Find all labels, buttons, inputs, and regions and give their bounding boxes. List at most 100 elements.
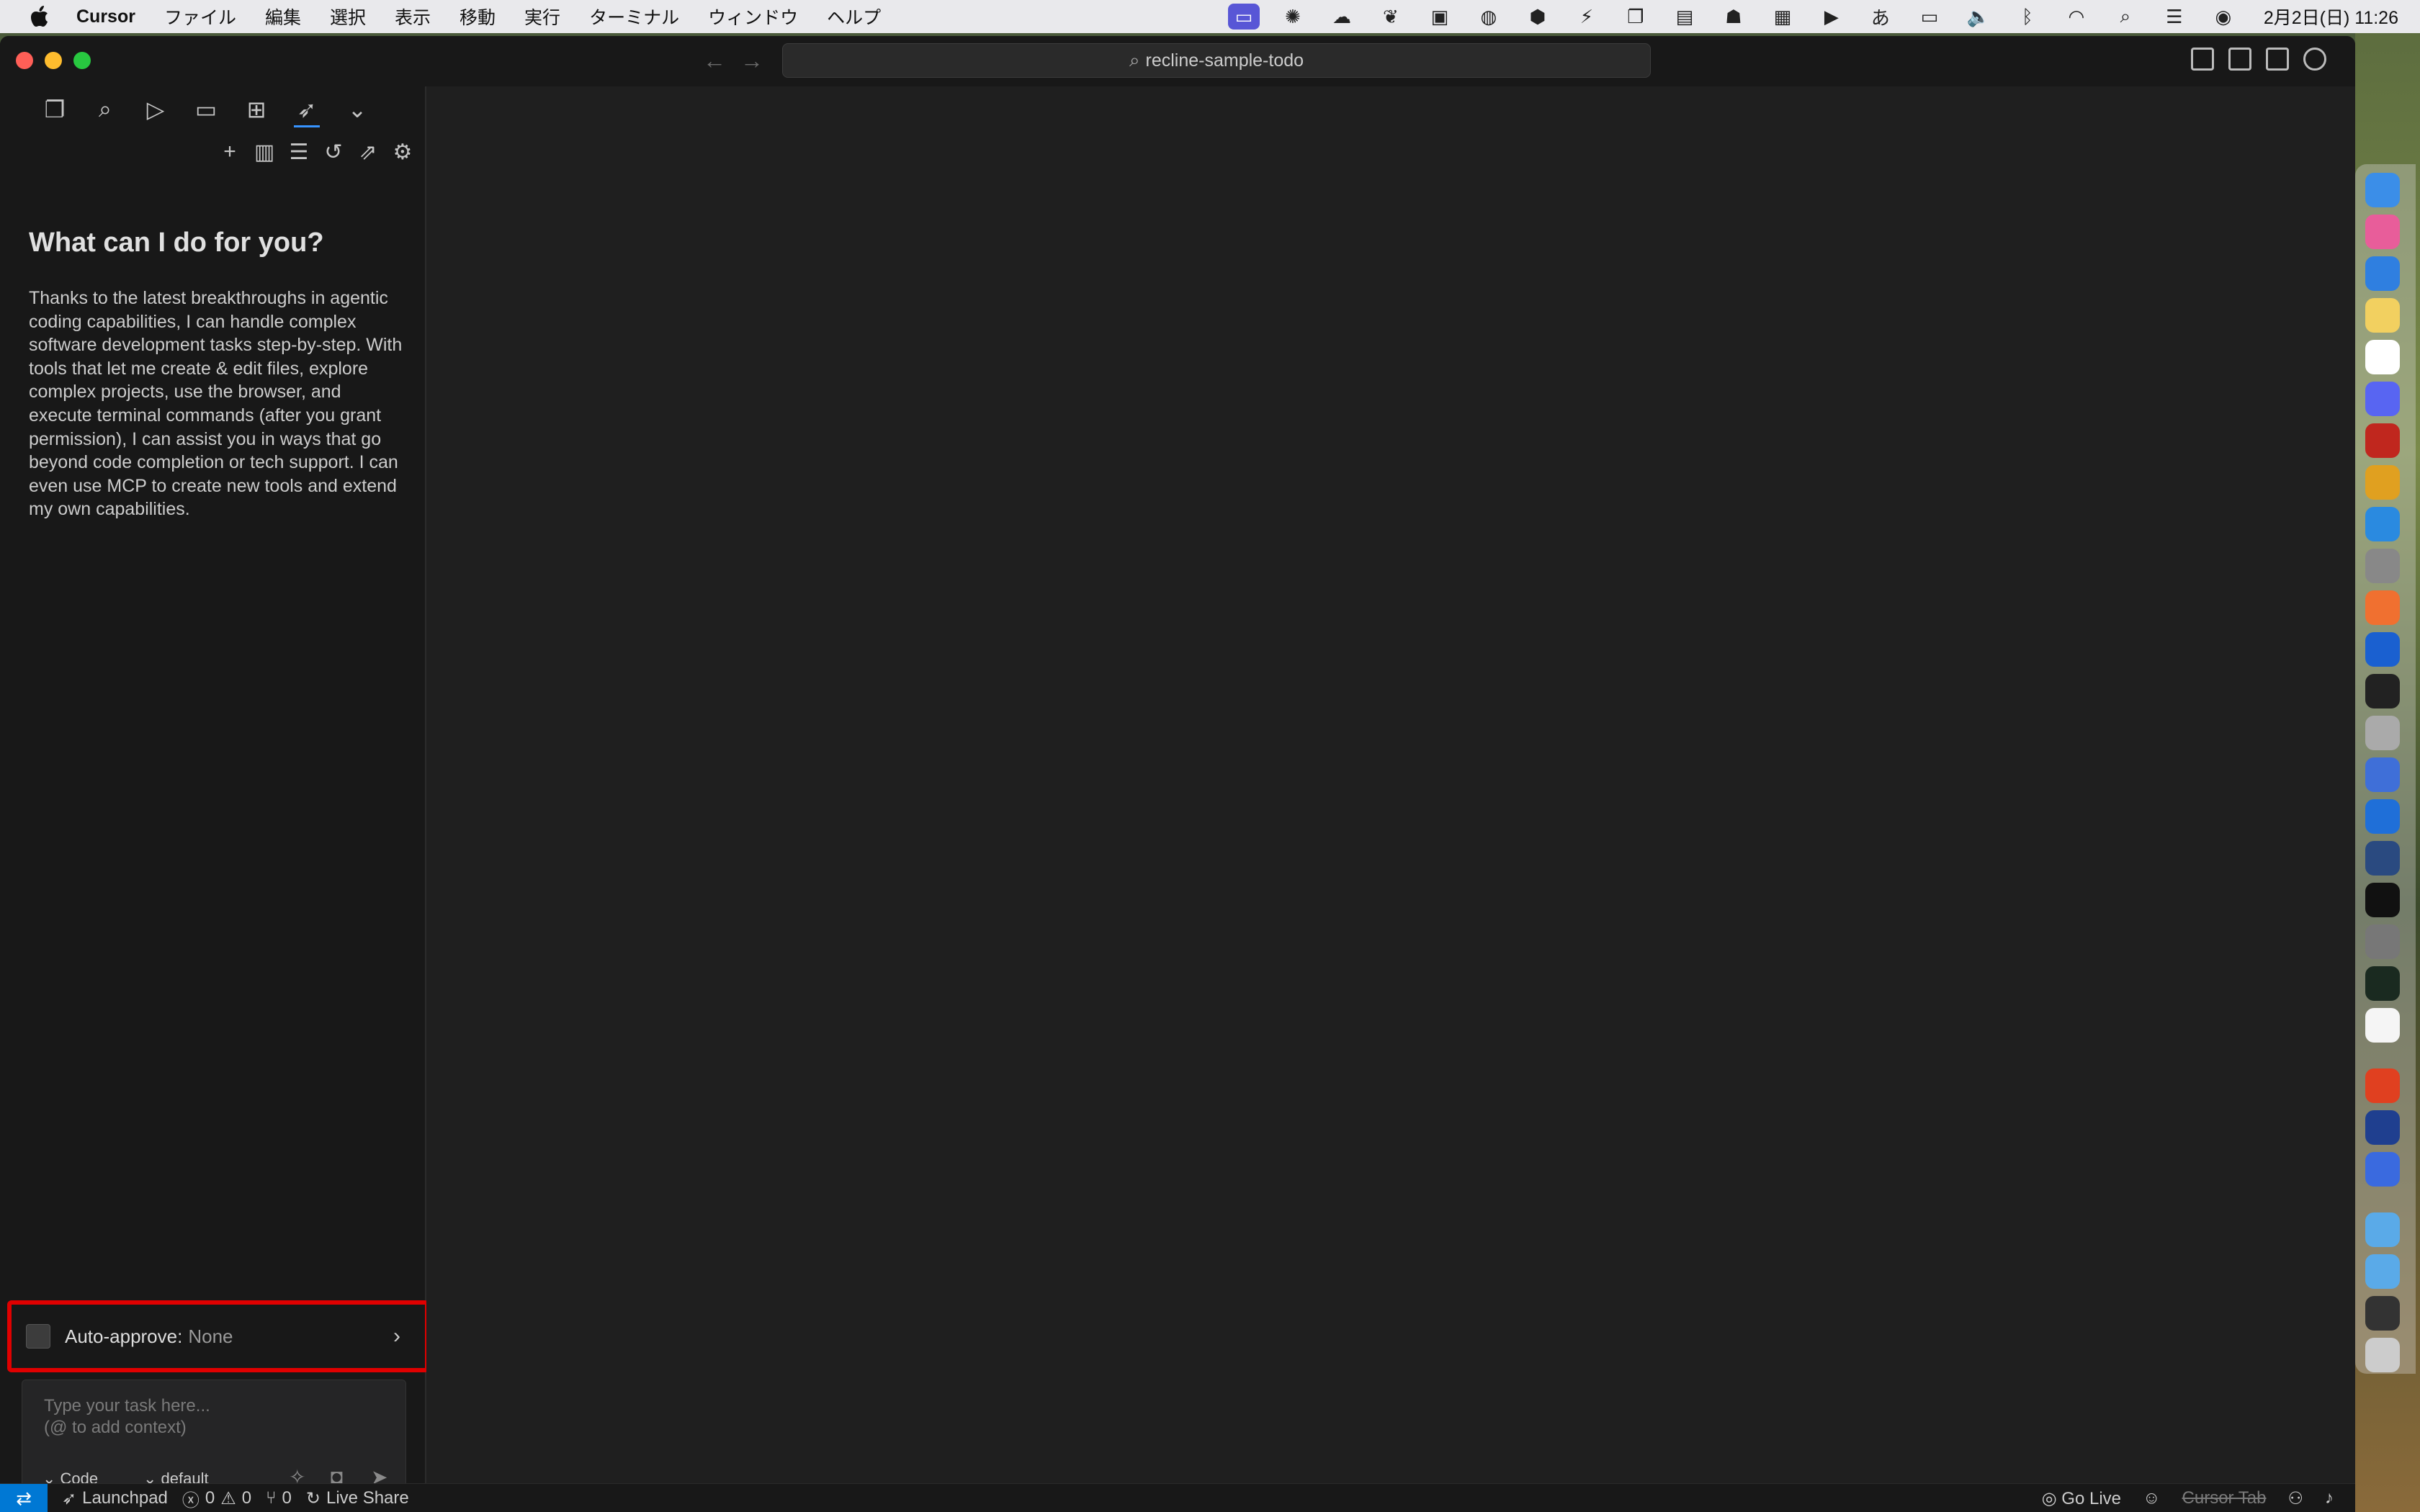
bell-icon[interactable]: ♪ xyxy=(2325,1488,2334,1508)
folder-icon[interactable]: ▭ xyxy=(193,96,219,122)
plus-icon[interactable]: + xyxy=(218,140,242,164)
list-icon[interactable]: ☰ xyxy=(287,140,311,164)
elephant-app-icon[interactable] xyxy=(2365,549,2400,583)
grid-icon[interactable]: ◍ xyxy=(1473,4,1505,30)
windows-icon[interactable]: ❐ xyxy=(1620,4,1652,30)
bolt-icon[interactable]: ⚡ xyxy=(1571,4,1603,30)
forward-arrow-icon[interactable]: → xyxy=(740,48,763,74)
menu-view[interactable]: 表示 xyxy=(395,4,431,30)
applications-folder-icon[interactable] xyxy=(2365,1254,2400,1289)
notes-icon[interactable] xyxy=(2365,298,2400,333)
siri-icon[interactable]: ◉ xyxy=(2208,4,2239,30)
gear-icon[interactable]: ⚙ xyxy=(390,140,415,164)
location-app-icon[interactable] xyxy=(2365,632,2400,667)
cube-icon[interactable]: ⬢ xyxy=(1522,4,1554,30)
mac-menu-bar: Cursor ファイル 編集 選択 表示 移動 実行 ターミナル ウィンドウ ヘ… xyxy=(0,0,2420,33)
sketch-icon[interactable] xyxy=(2365,590,2400,625)
wifi-icon[interactable]: ◠ xyxy=(2061,4,2092,30)
live-share-status[interactable]: ↻ Live Share xyxy=(306,1488,409,1509)
finder-icon[interactable] xyxy=(2365,173,2400,207)
menu-help[interactable]: ヘルプ xyxy=(827,4,881,30)
menu-edit[interactable]: 編集 xyxy=(265,4,301,30)
filezilla-icon[interactable] xyxy=(2365,423,2400,458)
image-tool-icon[interactable]: ▣ xyxy=(1424,4,1456,30)
menu-go[interactable]: 移動 xyxy=(460,4,496,30)
mcp-server-icon[interactable]: ▥ xyxy=(252,140,277,164)
clipboard-icon[interactable]: ▤ xyxy=(1669,4,1700,30)
input-method-icon[interactable]: あ xyxy=(1865,4,1896,30)
system-settings-icon[interactable] xyxy=(2365,924,2400,959)
openai-icon[interactable]: ✺ xyxy=(1277,4,1309,30)
trash-icon[interactable] xyxy=(2365,1338,2400,1372)
bluetooth-icon[interactable]: ᛒ xyxy=(2012,4,2043,30)
discord-icon[interactable] xyxy=(2365,382,2400,416)
screenshot-stack-icon[interactable] xyxy=(2365,1296,2400,1331)
database-icon[interactable] xyxy=(2365,716,2400,750)
close-window-button[interactable] xyxy=(16,52,33,69)
leaf-icon[interactable]: ❦ xyxy=(1375,4,1407,30)
broadcast-icon: ◎ xyxy=(2041,1488,2057,1508)
rocket-icon[interactable]: ➶ xyxy=(294,96,320,127)
control-center-icon[interactable]: ☰ xyxy=(2159,4,2190,30)
search-icon[interactable]: ⌕ xyxy=(2110,4,2141,30)
chatgpt-icon[interactable] xyxy=(2365,1008,2400,1043)
menu-file[interactable]: ファイル xyxy=(164,4,236,30)
menu-window[interactable]: ウィンドウ xyxy=(708,4,798,30)
editor-area[interactable] xyxy=(426,86,2355,1483)
terminal-icon[interactable] xyxy=(2365,883,2400,917)
copilot-icon[interactable]: ☺ xyxy=(2143,1488,2161,1508)
remote-indicator-icon[interactable]: ⇄ xyxy=(0,1484,48,1512)
activity-monitor-icon[interactable] xyxy=(2365,966,2400,1001)
menu-selection[interactable]: 選択 xyxy=(330,4,366,30)
text-tool-icon[interactable]: ▦ xyxy=(1767,4,1798,30)
battery-icon[interactable]: ▭ xyxy=(1914,4,1945,30)
simulator-icon[interactable] xyxy=(2365,841,2400,876)
extensions-icon[interactable]: ⊞ xyxy=(243,96,269,122)
bolt-app-icon[interactable] xyxy=(2365,1152,2400,1187)
cursor-app-icon[interactable] xyxy=(2365,1110,2400,1145)
notion-icon[interactable] xyxy=(2365,340,2400,374)
problems-status[interactable]: ⓧ 0 ⚠ 0 xyxy=(182,1486,251,1511)
cursor-tab-status[interactable]: Cursor Tab xyxy=(2182,1488,2267,1508)
explorer-icon[interactable]: ❐ xyxy=(42,96,68,122)
app-store-icon[interactable] xyxy=(2365,256,2400,291)
chevron-right-icon[interactable]: › xyxy=(393,1324,400,1349)
box-app-icon[interactable] xyxy=(2365,674,2400,708)
vscode-icon[interactable] xyxy=(2365,507,2400,541)
auto-approve-toggle[interactable]: Auto-approve: None › xyxy=(7,1300,429,1372)
toggle-primary-sidebar-icon[interactable] xyxy=(2191,48,2214,71)
chrome-icon[interactable] xyxy=(2365,465,2400,500)
zoom-window-button[interactable] xyxy=(73,52,91,69)
command-center[interactable]: ⌕ recline-sample-todo xyxy=(782,43,1651,78)
auto-approve-checkbox[interactable] xyxy=(26,1324,50,1349)
bot-icon[interactable]: ⚇ xyxy=(2287,1488,2303,1509)
menu-terminal[interactable]: ターミナル xyxy=(589,4,679,30)
minimize-window-button[interactable] xyxy=(45,52,62,69)
search-icon[interactable]: ⌕ xyxy=(92,96,118,122)
brave-icon[interactable] xyxy=(2365,1068,2400,1103)
menu-bar-clock[interactable]: 2月2日(日) 11:26 xyxy=(2264,4,2398,30)
hat-icon[interactable]: ☗ xyxy=(1718,4,1749,30)
go-live-button[interactable]: ◎ Go Live xyxy=(2042,1488,2121,1509)
chevron-down-icon[interactable]: ⌄ xyxy=(344,96,370,122)
downloads-folder-icon[interactable] xyxy=(2365,1212,2400,1247)
launchpad-icon[interactable] xyxy=(2365,215,2400,249)
play-icon[interactable]: ▶ xyxy=(1816,4,1847,30)
history-icon[interactable]: ↺ xyxy=(321,140,346,164)
external-link-icon[interactable]: ⇗ xyxy=(356,140,380,164)
toggle-secondary-sidebar-icon[interactable] xyxy=(2266,48,2289,71)
apple-icon[interactable] xyxy=(27,4,52,29)
cloud-sync-icon[interactable]: ☁ xyxy=(1326,4,1358,30)
gear-icon[interactable] xyxy=(2303,48,2326,71)
xcode-icon[interactable] xyxy=(2365,799,2400,834)
pencil-app-icon[interactable] xyxy=(2365,757,2400,792)
toggle-panel-icon[interactable] xyxy=(2228,48,2251,71)
app-name-menu[interactable]: Cursor xyxy=(76,6,135,27)
back-arrow-icon[interactable]: ← xyxy=(703,48,726,74)
ports-status[interactable]: ⑂ 0 xyxy=(266,1488,292,1508)
volume-icon[interactable]: 🔈 xyxy=(1963,4,1994,30)
run-debug-icon[interactable]: ▷ xyxy=(143,96,169,122)
launchpad-status[interactable]: ➶ Launchpad xyxy=(62,1488,168,1509)
screen-share-icon[interactable]: ▭ xyxy=(1227,4,1260,30)
menu-run[interactable]: 実行 xyxy=(524,4,560,30)
